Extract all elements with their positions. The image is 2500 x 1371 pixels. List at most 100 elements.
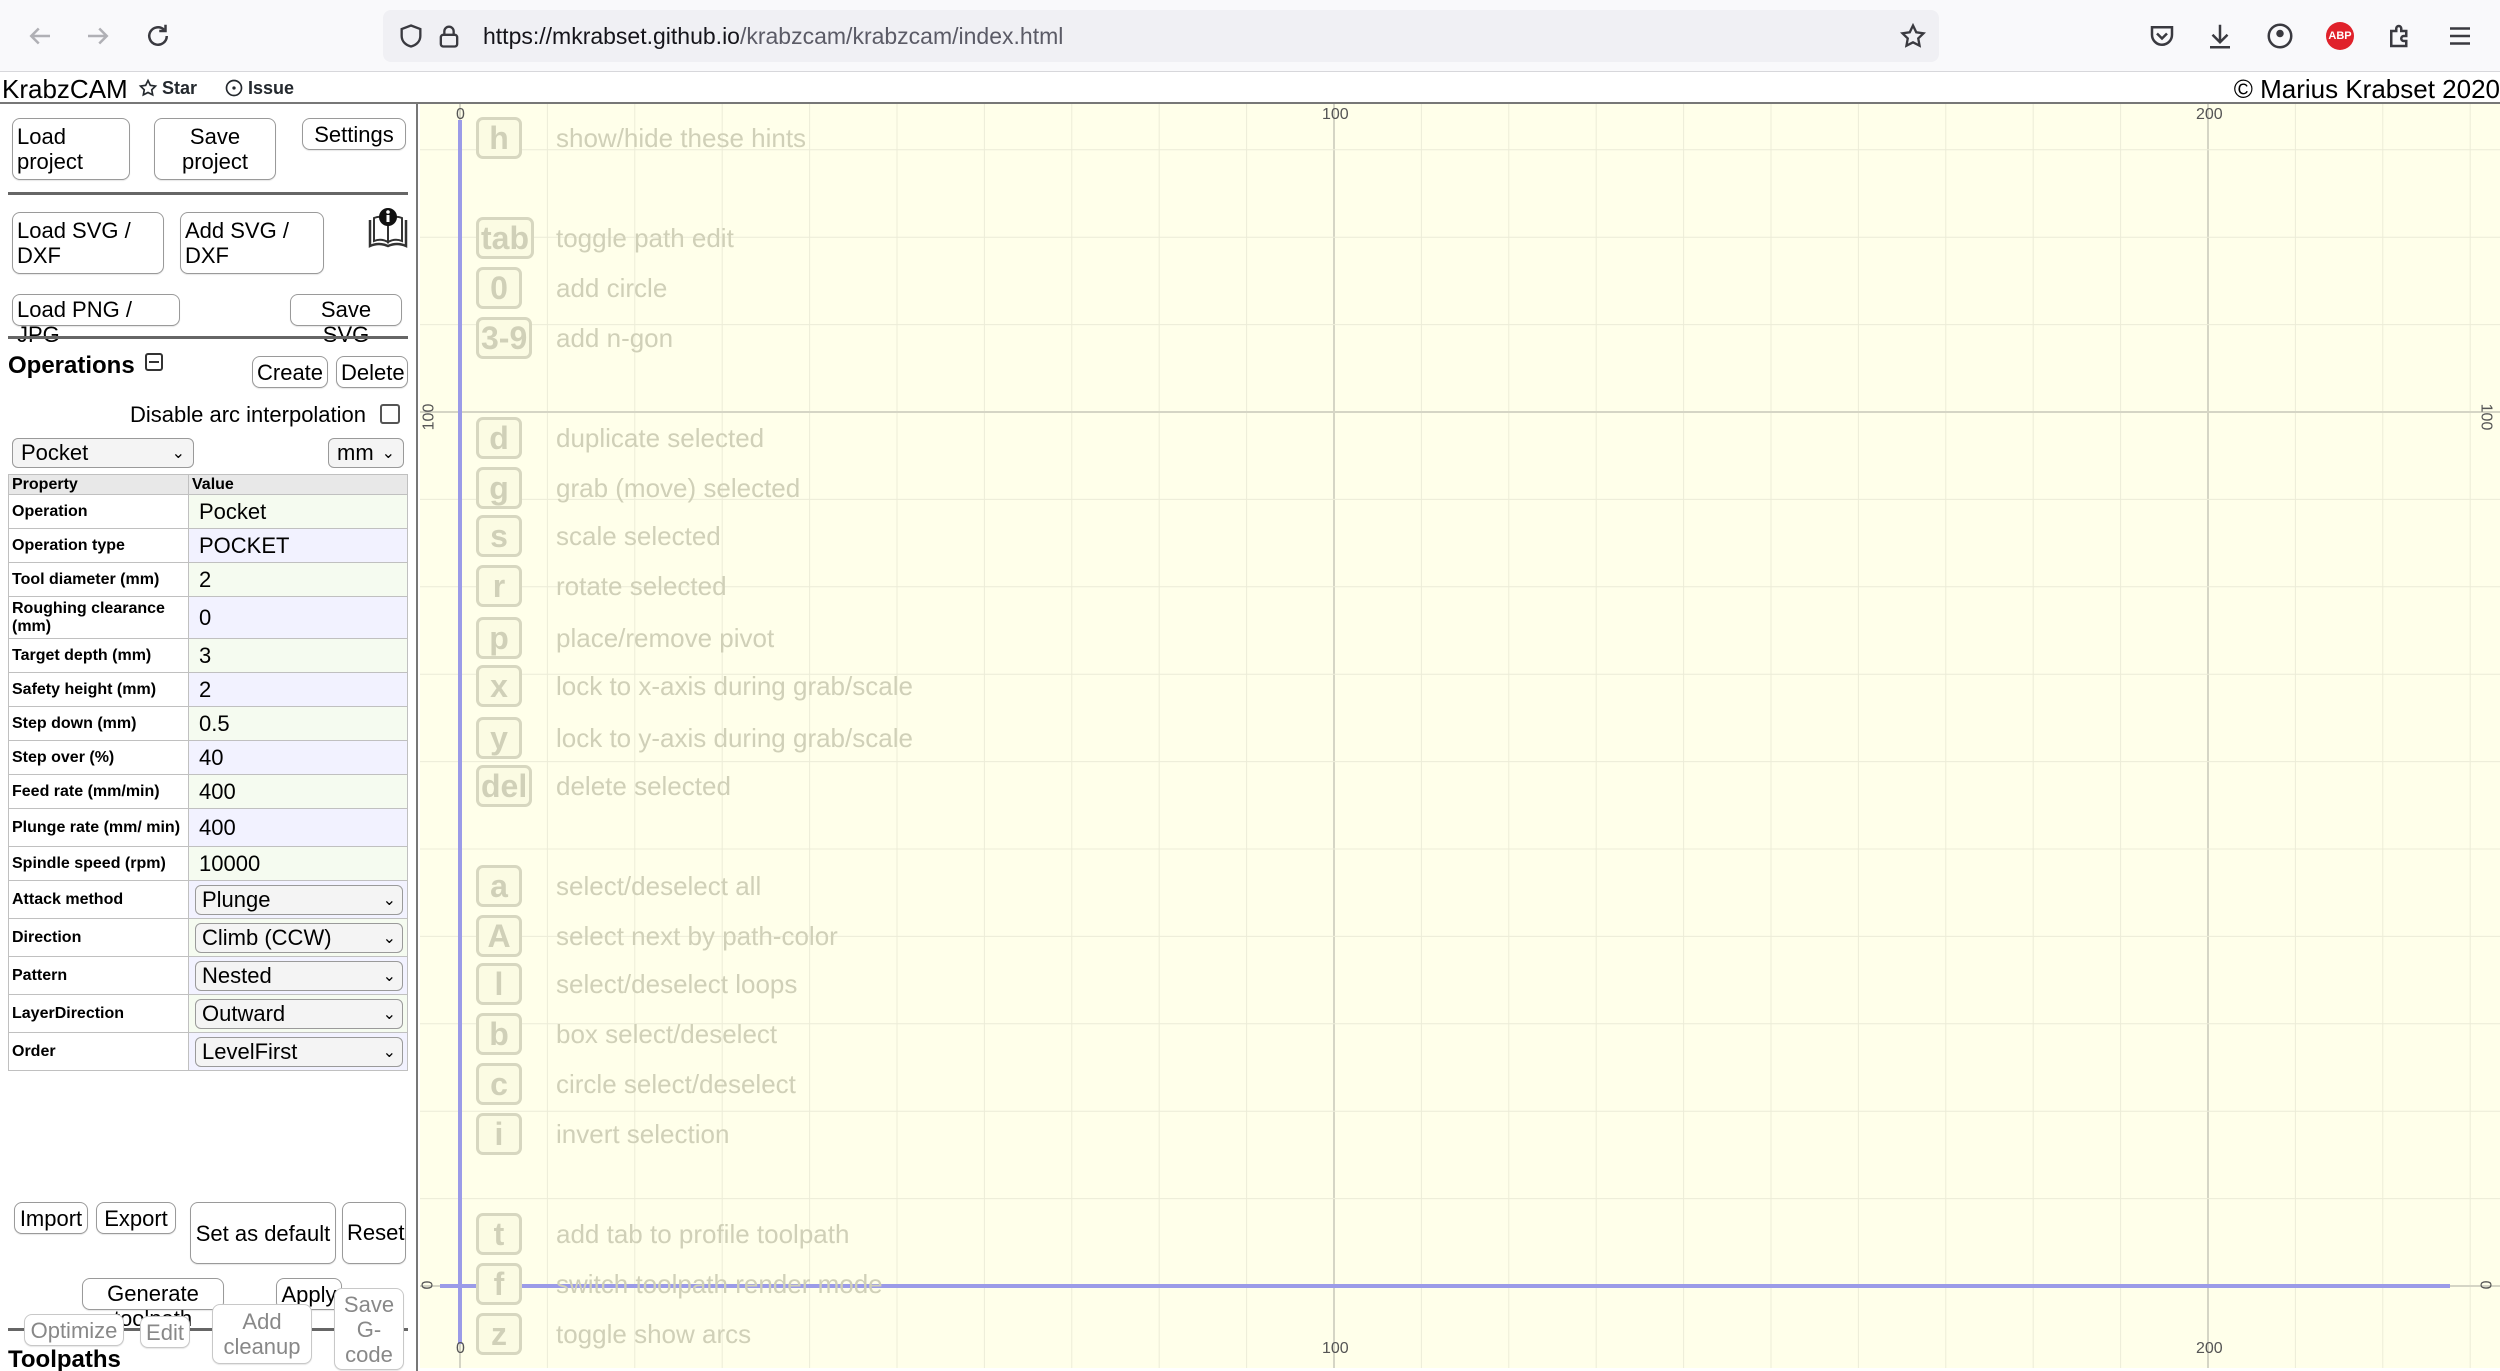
property-select[interactable]: Climb (CCW) ⌄ (195, 922, 403, 953)
hint-key: 3-9 (476, 317, 533, 359)
github-issue-button[interactable]: Issue (224, 76, 294, 100)
bookmark-star-icon[interactable] (1899, 22, 1927, 50)
adblock-icon[interactable]: ABP (2324, 20, 2356, 52)
property-value-cell: POCKET (188, 528, 408, 563)
property-input[interactable]: 2 (193, 567, 405, 593)
hint-row: a select/deselect all (476, 864, 761, 908)
pocket-icon[interactable] (2146, 20, 2178, 52)
property-row: LayerDirection Outward ⌄ (8, 994, 408, 1033)
back-button[interactable] (18, 14, 62, 58)
design-canvas[interactable]: 0 100 200 0 100 200 100 0 100 0 h show/hi… (420, 104, 2500, 1368)
settings-button[interactable]: Settings (302, 118, 406, 150)
hint-row: l select/deselect loops (476, 962, 797, 1006)
hint-row: d duplicate selected (476, 416, 764, 460)
add-svg-dxf-button[interactable]: Add SVG / DXF (180, 212, 324, 274)
property-input[interactable]: Pocket (193, 499, 405, 525)
property-input[interactable]: 0.5 (193, 711, 405, 737)
hint-text: box select/deselect (556, 1018, 778, 1049)
download-icon[interactable] (2204, 20, 2236, 52)
property-value-cell: Pocket (188, 494, 408, 529)
arrow-right-icon (88, 27, 109, 45)
add-cleanup-button[interactable]: Add cleanup (212, 1304, 312, 1364)
load-svg-dxf-button[interactable]: Load SVG / DXF (12, 212, 164, 274)
unit-select[interactable]: mm ⌄ (328, 438, 404, 468)
hint-key: A (476, 915, 522, 957)
property-value-cell: 0 (188, 596, 408, 639)
set-as-default-button[interactable]: Set as default (190, 1202, 336, 1264)
manual-book-icon[interactable] (366, 206, 410, 250)
property-label: Plunge rate (mm/ min) (8, 808, 189, 847)
property-label: Spindle speed (rpm) (8, 846, 189, 881)
x-axis-label-0-top: 0 (456, 106, 465, 123)
x-axis-label-0-bottom: 0 (456, 1340, 465, 1357)
property-select[interactable]: LevelFirst ⌄ (195, 1036, 403, 1067)
load-project-button[interactable]: Load project (12, 118, 130, 180)
property-row: Feed rate (mm/min) 400 (8, 774, 408, 809)
optimize-button[interactable]: Optimize (24, 1314, 124, 1346)
load-png-jpg-button[interactable]: Load PNG / JPG (12, 294, 180, 347)
properties-table: Property Value Operation Pocket Operation … (8, 474, 408, 1071)
hint-row: s scale selected (476, 514, 721, 558)
property-select[interactable]: Plunge ⌄ (195, 884, 403, 915)
account-icon[interactable] (2264, 20, 2296, 52)
reload-button[interactable] (136, 14, 180, 58)
toolpath-buttons: Optimize Edit Add cleanup Save G- code (0, 1280, 418, 1371)
extensions-icon[interactable] (2384, 20, 2416, 52)
y-axis-label-0-left: 0 (420, 1280, 437, 1290)
lock-icon[interactable] (435, 22, 463, 50)
app-header: KrabzCAM Star Issue © Marius Krabset 202… (0, 72, 2500, 104)
app-title: KrabzCAM (2, 74, 128, 104)
chevron-down-icon: ⌄ (381, 445, 395, 462)
hint-row: tab toggle path edit (476, 216, 734, 260)
operation-select[interactable]: Pocket ⌄ (12, 438, 194, 468)
hint-row: c circle select/deselect (476, 1062, 796, 1106)
property-row: Operation Pocket (8, 494, 408, 529)
delete-operation-button[interactable]: Delete (336, 356, 408, 388)
property-label: LayerDirection (8, 994, 189, 1033)
x-axis-label-200-top: 200 (2196, 106, 2223, 123)
property-label: Tool diameter (mm) (8, 562, 189, 597)
disable-arc-checkbox[interactable] (380, 404, 400, 424)
property-row: Order LevelFirst ⌄ (8, 1032, 408, 1071)
property-input[interactable]: 400 (193, 779, 405, 805)
hint-row: p place/remove pivot (476, 616, 774, 660)
export-button[interactable]: Export (96, 1202, 176, 1234)
save-project-button[interactable]: Save project (154, 118, 276, 180)
property-input[interactable]: 400 (193, 815, 405, 841)
y-axis-label-100-left: 100 (420, 403, 438, 431)
property-input[interactable]: 0 (193, 605, 405, 631)
divider (8, 336, 408, 339)
property-input[interactable]: 2 (193, 677, 405, 703)
url-text[interactable]: https://mkrabset.github.io/krabzcam/krab… (483, 23, 1063, 50)
property-select[interactable]: Nested ⌄ (195, 960, 403, 991)
hint-text: select/deselect all (556, 870, 762, 901)
chevron-down-icon: ⌄ (382, 891, 396, 909)
shield-icon[interactable] (397, 22, 425, 50)
github-star-button[interactable]: Star (138, 76, 197, 100)
property-input[interactable]: POCKET (193, 533, 405, 559)
property-input[interactable]: 3 (193, 643, 405, 669)
hint-row: x lock to x-axis during grab/scale (476, 664, 913, 708)
url-bar[interactable]: https://mkrabset.github.io/krabzcam/krab… (383, 10, 1939, 62)
save-gcode-button[interactable]: Save G- code (334, 1288, 404, 1370)
menu-icon[interactable] (2444, 20, 2476, 52)
save-svg-button[interactable]: Save SVG (290, 294, 402, 347)
create-operation-button[interactable]: Create (252, 356, 328, 388)
edit-button[interactable]: Edit (140, 1316, 190, 1348)
hint-text: duplicate selected (556, 422, 765, 453)
property-input[interactable]: 40 (193, 745, 405, 771)
import-button[interactable]: Import (14, 1202, 88, 1234)
hint-text: toggle path edit (556, 222, 734, 253)
property-row: Plunge rate (mm/ min) 400 (8, 808, 408, 847)
hint-key: x (476, 665, 522, 707)
hint-row: Aselect next by path-color (476, 914, 838, 958)
reset-button[interactable]: Reset (342, 1202, 406, 1264)
hint-row: g grab (move) selected (476, 466, 800, 510)
forward-button[interactable] (76, 14, 120, 58)
property-input[interactable]: 10000 (193, 851, 405, 877)
property-value-cell: 3 (188, 638, 408, 673)
collapse-icon[interactable] (145, 353, 164, 371)
property-row: Operation type POCKET (8, 528, 408, 563)
property-label: Order (8, 1032, 189, 1071)
property-select[interactable]: Outward ⌄ (195, 998, 403, 1029)
